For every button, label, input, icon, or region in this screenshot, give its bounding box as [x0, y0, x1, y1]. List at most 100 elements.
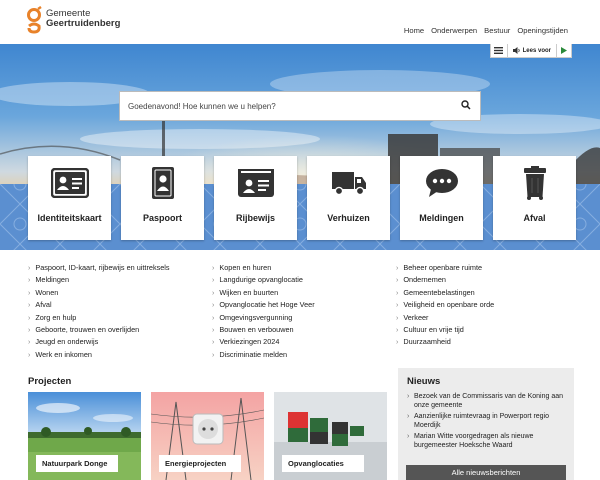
chevron-right-icon: › [212, 265, 215, 272]
topic-link[interactable]: › Discriminatie melden [212, 349, 396, 361]
project-card-natuurpark-donge[interactable]: Natuurpark Donge [28, 392, 141, 480]
topic-link[interactable]: › Opvanglocatie het Hoge Veer [212, 299, 396, 311]
speaker-icon [512, 47, 520, 54]
news-panel: Nieuws › Bezoek van de Commissaris van de… [398, 368, 574, 480]
tile-verhuizen[interactable]: Verhuizen [307, 156, 390, 240]
topic-link[interactable]: › Gemeentebelastingen [396, 287, 580, 299]
chevron-right-icon: › [396, 302, 399, 310]
readspeaker-menu-button[interactable] [491, 44, 508, 57]
topic-link[interactable]: › Meldingen [28, 274, 212, 286]
chevron-right-icon: › [396, 327, 399, 335]
moving-truck-icon [331, 172, 366, 196]
topic-link[interactable]: › Duurzaamheid [396, 336, 580, 348]
chevron-right-icon: › [407, 433, 410, 441]
project-card-energieprojecten[interactable]: Energieprojecten [151, 392, 264, 480]
nav-onderwerpen[interactable]: Onderwerpen [431, 26, 477, 35]
chevron-right-icon: › [396, 277, 399, 285]
chevron-right-icon: › [212, 277, 215, 285]
topic-link[interactable]: › Kopen en huren [212, 262, 396, 274]
chevron-right-icon: › [396, 289, 399, 297]
waste-bin-icon [523, 166, 546, 200]
nav-bestuur[interactable]: Bestuur [484, 26, 510, 35]
topic-link[interactable]: › Langdurige opvanglocatie [212, 274, 396, 286]
project-card-label: Energieprojecten [159, 455, 241, 472]
tile-label: Identiteitskaart [37, 213, 102, 223]
chevron-right-icon: › [396, 339, 399, 347]
project-cards: Natuurpark Donge Energieprojecten Opvang… [28, 392, 387, 480]
readspeaker-play-button[interactable] [556, 44, 571, 57]
chevron-right-icon: › [212, 339, 215, 347]
tile-identiteitskaart[interactable]: Identiteitskaart [28, 156, 111, 240]
chevron-right-icon: › [28, 314, 31, 322]
news-heading: Nieuws [407, 376, 441, 387]
nav-home[interactable]: Home [404, 26, 424, 35]
topic-link[interactable]: › Verkeer [396, 312, 580, 324]
tile-label: Meldingen [419, 213, 464, 223]
logo-g-icon [27, 6, 42, 34]
topic-link[interactable]: › Geboorte, trouwen en overlijden [28, 324, 212, 336]
chevron-right-icon: › [28, 302, 31, 310]
topic-link[interactable]: › Omgevingsvergunning [212, 312, 396, 324]
play-icon [561, 47, 567, 54]
topic-link[interactable]: › Beheer openbare ruimte [396, 262, 580, 274]
hamburger-icon [494, 47, 504, 54]
chevron-right-icon: › [212, 302, 215, 310]
topic-link[interactable]: › Verkiezingen 2024 [212, 336, 396, 348]
tile-label: Afval [523, 213, 546, 223]
news-item[interactable]: › Bezoek van de Commissaris van de Koning… [407, 392, 569, 411]
topic-link[interactable]: › Zorg en hulp [28, 312, 212, 324]
chevron-right-icon: › [28, 289, 31, 297]
topic-link[interactable]: › Paspoort, ID-kaart, rijbewijs en uittre… [28, 262, 212, 274]
topic-links: › Paspoort, ID-kaart, rijbewijs en uittre… [28, 262, 580, 361]
project-card-label: Natuurpark Donge [36, 455, 118, 472]
chevron-right-icon: › [28, 351, 31, 359]
chevron-right-icon: › [212, 351, 215, 359]
tile-label: Verhuizen [327, 213, 370, 223]
chevron-right-icon: › [28, 265, 31, 272]
topic-column-2: › Kopen en huren › Langdurige opvanglocati… [212, 262, 396, 361]
tile-paspoort[interactable]: Paspoort [121, 156, 204, 240]
chevron-right-icon: › [28, 277, 31, 285]
topic-link[interactable]: › Veiligheid en openbare orde [396, 299, 580, 311]
tile-meldingen[interactable]: Meldingen [400, 156, 483, 240]
search-icon[interactable] [461, 100, 471, 110]
topic-link[interactable]: › Wijken en buurten [212, 287, 396, 299]
topic-column-1: › Paspoort, ID-kaart, rijbewijs en uittre… [28, 262, 212, 361]
readspeaker-read-button[interactable]: Lees voor [508, 44, 556, 57]
news-list: › Bezoek van de Commissaris van de Koning… [407, 392, 569, 452]
topic-link[interactable]: › Ondernemen [396, 274, 580, 286]
site-header: Gemeente Geertruidenberg Home Onderwerpe… [0, 0, 600, 44]
chat-bubble-icon [425, 169, 458, 197]
readspeaker-label: Lees voor [522, 47, 551, 54]
chevron-right-icon: › [212, 327, 215, 335]
chevron-right-icon: › [396, 265, 399, 272]
tile-label: Rijbewijs [235, 213, 275, 223]
topic-link[interactable]: › Bouwen en verbouwen [212, 324, 396, 336]
gemeente-logo[interactable]: Gemeente Geertruidenberg [26, 6, 120, 34]
id-card-icon [50, 168, 89, 198]
readspeaker-bar: Lees voor [489, 44, 572, 58]
tile-afval[interactable]: Afval [493, 156, 576, 240]
topic-column-3: › Beheer openbare ruimte › Ondernemen › Gem… [396, 262, 580, 361]
chevron-right-icon: › [407, 413, 410, 421]
quick-tasks: Identiteitskaart Paspoort Rijbewijs Verh… [28, 156, 576, 240]
news-item[interactable]: › Aanzienlijke ruimtevraag in Powerport r… [407, 412, 569, 431]
news-item[interactable]: › Marian Witte voorgedragen als nieuwe bu… [407, 432, 569, 451]
topic-link[interactable]: › Afval [28, 299, 212, 311]
drivers-license-icon [237, 169, 274, 197]
search-input[interactable] [120, 100, 460, 112]
search-box [119, 91, 481, 121]
topic-link[interactable]: › Jeugd en onderwijs [28, 336, 212, 348]
chevron-right-icon: › [396, 314, 399, 322]
chevron-right-icon: › [28, 327, 31, 335]
project-card-label: Opvanglocaties [282, 455, 364, 472]
hero-banner: Lees voor Goedenavond! Hoe kunnen we u h… [0, 44, 600, 250]
projecten-heading: Projecten [28, 376, 72, 387]
tile-rijbewijs[interactable]: Rijbewijs [214, 156, 297, 240]
all-news-button[interactable]: Alle nieuwsberichten [406, 465, 566, 480]
project-card-opvanglocaties[interactable]: Opvanglocaties [274, 392, 387, 480]
topic-link[interactable]: › Werk en inkomen [28, 349, 212, 361]
topic-link[interactable]: › Wonen [28, 287, 212, 299]
nav-openingstijden[interactable]: Openingstijden [517, 26, 568, 35]
topic-link[interactable]: › Cultuur en vrije tijd [396, 324, 580, 336]
